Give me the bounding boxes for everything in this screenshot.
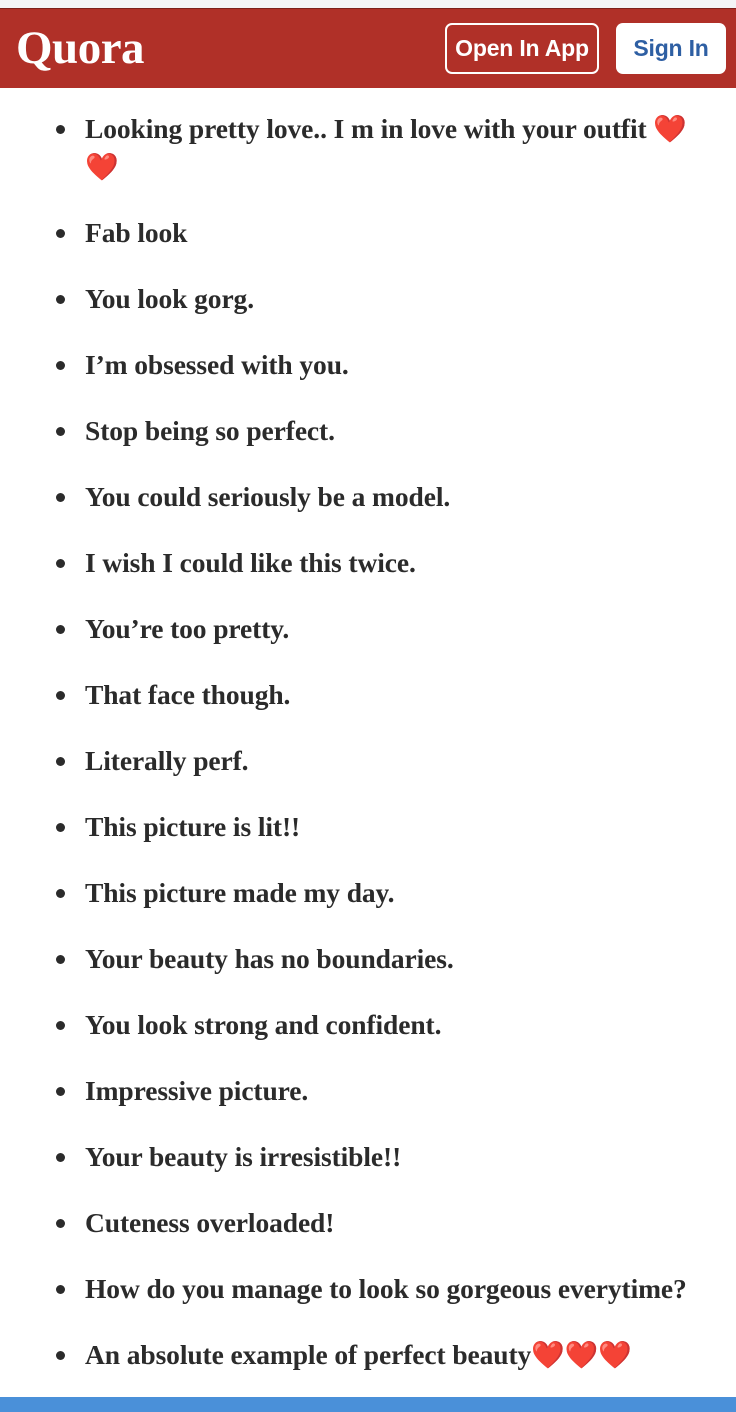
list-item: You look gorg. [0, 280, 736, 318]
list-item: Your beauty has no boundaries. [0, 940, 736, 978]
site-header: Quora Open In App Sign In [0, 9, 736, 88]
list-item: This picture is lit!! [0, 808, 736, 846]
list-item-text: I’m obsessed with you. [85, 349, 349, 380]
list-item-text: You could seriously be a model. [85, 481, 451, 512]
quora-logo[interactable]: Quora [16, 25, 145, 72]
list-item-text: Looking pretty love.. I m in love with y… [85, 113, 654, 144]
header-actions: Open In App Sign In [445, 9, 726, 88]
list-item: Cuteness overloaded! [0, 1204, 736, 1242]
list-item: You look strong and confident. [0, 1006, 736, 1044]
list-item-text: You look strong and confident. [85, 1009, 442, 1040]
list-item-text: That face though. [85, 679, 291, 710]
list-item-text: Fab look [85, 217, 188, 248]
list-item: You could seriously be a model. [0, 478, 736, 516]
list-item: Stop being so perfect. [0, 412, 736, 450]
list-item: I wish I could like this twice. [0, 544, 736, 582]
list-item-text: Literally perf. [85, 745, 249, 776]
list-item: An absolute example of perfect beauty❤️❤… [0, 1336, 736, 1374]
list-item: You’re too pretty. [0, 610, 736, 648]
list-item-text: An absolute example of perfect beauty [85, 1339, 532, 1370]
list-item: This picture made my day. [0, 874, 736, 912]
list-item-text: How do you manage to look so gorgeous ev… [85, 1273, 687, 1304]
list-item-text: Stop being so perfect. [85, 415, 335, 446]
heart-icon: ❤️❤️❤️ [531, 1340, 633, 1370]
list-item-text: You’re too pretty. [85, 613, 290, 644]
compliment-list: Looking pretty love.. I m in love with y… [0, 88, 736, 1374]
list-item: I’m obsessed with you. [0, 346, 736, 384]
list-item-text: You look gorg. [85, 283, 254, 314]
bottom-accent-bar [0, 1397, 736, 1412]
list-item: That face though. [0, 676, 736, 714]
list-item: How do you manage to look so gorgeous ev… [0, 1270, 736, 1308]
answer-content: Looking pretty love.. I m in love with y… [0, 88, 736, 1374]
list-item-text: Impressive picture. [85, 1075, 309, 1106]
sign-in-button[interactable]: Sign In [616, 23, 726, 74]
list-item-text: This picture made my day. [85, 877, 395, 908]
list-item: Your beauty is irresistible!! [0, 1138, 736, 1176]
list-item-text: Your beauty is irresistible!! [85, 1141, 402, 1172]
list-item: Looking pretty love.. I m in love with y… [0, 110, 736, 186]
list-item-text: Your beauty has no boundaries. [85, 943, 454, 974]
list-item: Literally perf. [0, 742, 736, 780]
list-item-text: This picture is lit!! [85, 811, 301, 842]
list-item-text: I wish I could like this twice. [85, 547, 416, 578]
top-status-strip [0, 0, 736, 9]
list-item: Fab look [0, 214, 736, 252]
open-in-app-button[interactable]: Open In App [445, 23, 599, 74]
list-item: Impressive picture. [0, 1072, 736, 1110]
list-item-text: Cuteness overloaded! [85, 1207, 335, 1238]
